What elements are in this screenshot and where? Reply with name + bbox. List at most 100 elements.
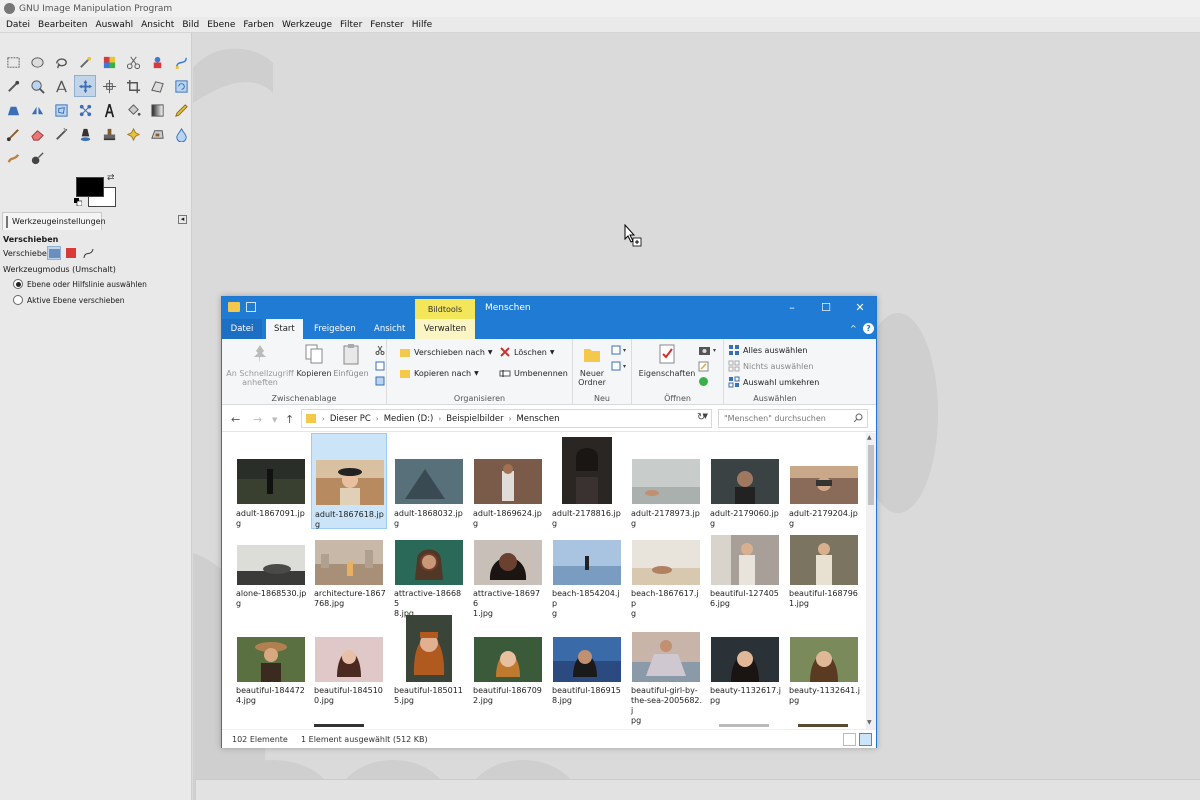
heal-tool[interactable] [122,123,144,145]
file-item[interactable]: architecture-1867 768.jpg [311,533,387,625]
file-item[interactable]: beautiful-184510 0.jpg [311,615,387,715]
option-pick-layer[interactable]: Ebene oder Hilfslinie auswählen [13,279,147,289]
breadcrumb-current[interactable]: Menschen [516,414,559,424]
file-item[interactable]: attractive-186685 8.jpg [391,533,467,625]
pencil-tool[interactable] [170,99,192,121]
up-button[interactable]: ↑ [285,413,294,426]
file-item[interactable]: beach-1854204.jp g [549,533,625,625]
move-to-button[interactable]: Verschieben nach ▼ [399,345,493,359]
file-item[interactable]: beautiful-girl-by-the-sea-2005682.j pg [628,615,704,725]
file-item[interactable]: beautiful-127405 6.jpg [707,533,783,625]
menu-filter[interactable]: Filter [336,20,366,30]
details-view-icon[interactable] [843,733,856,746]
tab-file[interactable]: Datei [222,319,262,339]
menu-werkzeuge[interactable]: Werkzeuge [278,20,336,30]
scroll-up-icon[interactable]: ▲ [867,434,872,441]
help-icon[interactable]: ? [863,323,874,334]
zoom-tool[interactable] [26,75,48,97]
copy-to-button[interactable]: Kopieren nach ▼ [399,366,479,380]
file-item[interactable]: adult-1869624.jp g [470,433,546,529]
maximize-button[interactable]: ☐ [816,300,836,315]
tab-manage[interactable]: Verwalten [415,319,475,339]
text-tool[interactable] [98,99,120,121]
file-item[interactable]: attractive-186976 1.jpg [470,533,546,625]
cage-transform-tool[interactable] [50,99,72,121]
airbrush-tool[interactable] [50,123,72,145]
tab-share[interactable]: Freigeben [306,319,364,339]
foreground-color-swatch[interactable] [76,177,104,197]
free-select-tool[interactable] [50,51,72,73]
breadcrumb-this-pc[interactable]: Dieser PC [330,414,371,424]
new-folder-button[interactable]: Neuer Ordner [575,343,609,387]
menu-datei[interactable]: Datei [2,20,34,30]
breadcrumb-separator[interactable]: › [509,415,512,423]
file-item[interactable]: beautiful-184472 4.jpg [233,615,309,715]
paths-tool[interactable] [170,51,192,73]
menu-ansicht[interactable]: Ansicht [137,20,178,30]
gradient-tool[interactable] [146,99,168,121]
pin-quick-access-button[interactable]: An Schnellzugriff anheften [226,343,294,387]
unified-transform-tool[interactable] [146,75,168,97]
file-item[interactable]: beauty-1132641.j pg [786,615,862,715]
select-by-color-tool[interactable] [98,51,120,73]
ink-tool[interactable] [74,123,96,145]
file-item[interactable]: adult-1867091.jp g [233,433,309,529]
ellipse-select-tool[interactable] [26,51,48,73]
paste-shortcut-icon[interactable] [375,376,385,386]
forward-button[interactable]: → [253,413,262,426]
crop-tool[interactable] [122,75,144,97]
breadcrumb-separator[interactable]: › [376,415,379,423]
minimize-button[interactable]: – [782,300,802,315]
measure-tool[interactable] [50,75,72,97]
scroll-down-icon[interactable]: ▼ [867,719,872,726]
menu-farben[interactable]: Farben [239,20,278,30]
scrollbar-thumb[interactable] [868,445,874,505]
search-input[interactable]: "Menschen" durchsuchen [718,409,868,428]
copy-button[interactable]: Kopieren [296,343,332,378]
move-selection-button[interactable] [64,246,78,260]
vertical-scrollbar[interactable]: ▲ ▼ [866,433,876,729]
address-field[interactable]: › Dieser PC › Medien (D:) › Beispielbild… [301,409,712,428]
menu-auswahl[interactable]: Auswahl [91,20,137,30]
menu-ebene[interactable]: Ebene [203,20,239,30]
rename-button[interactable]: Umbenennen [499,366,568,380]
paintbrush-tool[interactable] [2,123,24,145]
copy-path-icon[interactable] [375,361,385,371]
new-item-icon[interactable] [611,345,627,355]
breadcrumb-separator[interactable]: › [322,415,325,423]
dodge-burn-tool[interactable] [26,147,48,169]
select-all-button[interactable]: Alles auswählen [728,343,807,357]
swap-colors-icon[interactable]: ⇄ [107,173,115,183]
properties-button[interactable]: Eigenschaften [636,343,698,378]
file-item[interactable]: adult-2179204.jp g [786,433,862,529]
invert-selection-button[interactable]: Auswahl umkehren [728,375,819,389]
breadcrumb-sample-pictures[interactable]: Beispielbilder [446,414,503,424]
menu-bild[interactable]: Bild [178,20,203,30]
file-item[interactable]: beach-1867617.jp g [628,533,704,625]
tab-view[interactable]: Ansicht [366,319,413,339]
cut-icon[interactable] [375,345,385,355]
move-tool[interactable] [74,75,96,97]
reset-colors-icon[interactable] [74,198,82,206]
tool-options-tab[interactable]: Werkzeugeinstellungen [2,212,106,230]
radio-move-active-layer[interactable] [13,295,23,305]
file-item[interactable]: adult-2179060.jp g [707,433,783,529]
menu-fenster[interactable]: Fenster [366,20,407,30]
ribbon-collapse-icon[interactable]: ^ [850,324,860,334]
warp-transform-tool[interactable] [74,99,96,121]
bucket-fill-tool[interactable] [122,99,144,121]
file-item[interactable]: beautiful-186709 2.jpg [470,615,546,715]
file-item[interactable]: alone-1868530.jp g [233,533,309,625]
perspective-tool[interactable] [2,99,24,121]
edit-icon[interactable] [698,361,709,372]
option-move-active-layer[interactable]: Aktive Ebene verschieben [13,295,125,305]
file-item[interactable]: beauty-1132617.j pg [707,615,783,715]
file-item[interactable]: beautiful-186915 8.jpg [549,615,625,715]
recent-locations-icon[interactable]: ▼ [272,416,277,424]
move-layer-button[interactable] [47,246,61,260]
fuzzy-select-tool[interactable] [74,51,96,73]
flip-tool[interactable] [26,99,48,121]
back-button[interactable]: ← [231,413,240,426]
perspective-clone-tool[interactable] [146,123,168,145]
menu-hilfe[interactable]: Hilfe [408,20,436,30]
